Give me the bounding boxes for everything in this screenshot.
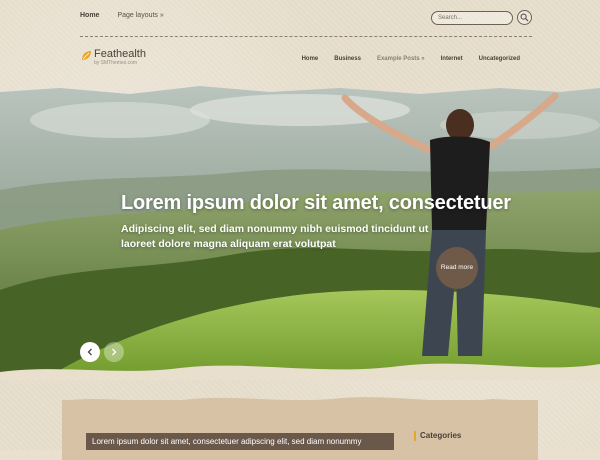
chevron-right-icon	[112, 348, 117, 356]
hero-slider: Lorem ipsum dolor sit amet, consectetuer…	[0, 80, 600, 380]
mainnav-item-example-posts[interactable]: Example Posts »	[377, 56, 425, 62]
search-input[interactable]: Search...	[431, 10, 513, 25]
site-logo[interactable]: Feathealth by SMThemes.com	[80, 48, 160, 70]
top-nav: Home Page layouts »	[80, 12, 164, 19]
search-icon	[520, 13, 529, 22]
top-bar: Home Page layouts » Search...	[80, 8, 532, 30]
search-button[interactable]	[517, 10, 532, 25]
post-title-bar[interactable]: Lorem ipsum dolor sit amet, consectetuer…	[86, 433, 394, 450]
chevron-left-icon	[87, 348, 92, 356]
content-area	[62, 400, 538, 460]
mainnav-item-uncategorized[interactable]: Uncategorized	[479, 56, 520, 62]
hero-text: Adipiscing elit, sed diam nonummy nibh e…	[121, 223, 429, 250]
topnav-item-home[interactable]: Home	[80, 12, 99, 19]
mainnav-item-internet[interactable]: Internet	[441, 56, 463, 62]
slider-next-button[interactable]	[104, 342, 124, 362]
topnav-item-page-layouts[interactable]: Page layouts »	[117, 12, 163, 19]
logo-subtitle: by SMThemes.com	[94, 60, 138, 66]
hero-title: Lorem ipsum dolor sit amet, consectetuer	[121, 192, 511, 214]
divider	[80, 36, 532, 37]
slider-prev-button[interactable]	[80, 342, 100, 362]
leaf-icon	[82, 51, 91, 60]
search-area: Search...	[431, 10, 532, 25]
mainnav-item-business[interactable]: Business	[334, 56, 361, 62]
read-more-button[interactable]: Read more	[436, 247, 478, 289]
logo-title: Feathealth	[94, 48, 146, 60]
mainnav-item-home[interactable]: Home	[302, 56, 319, 62]
main-nav: Home Business Example Posts » Internet U…	[302, 56, 520, 62]
sidebar-categories-heading: Categories	[414, 431, 461, 441]
